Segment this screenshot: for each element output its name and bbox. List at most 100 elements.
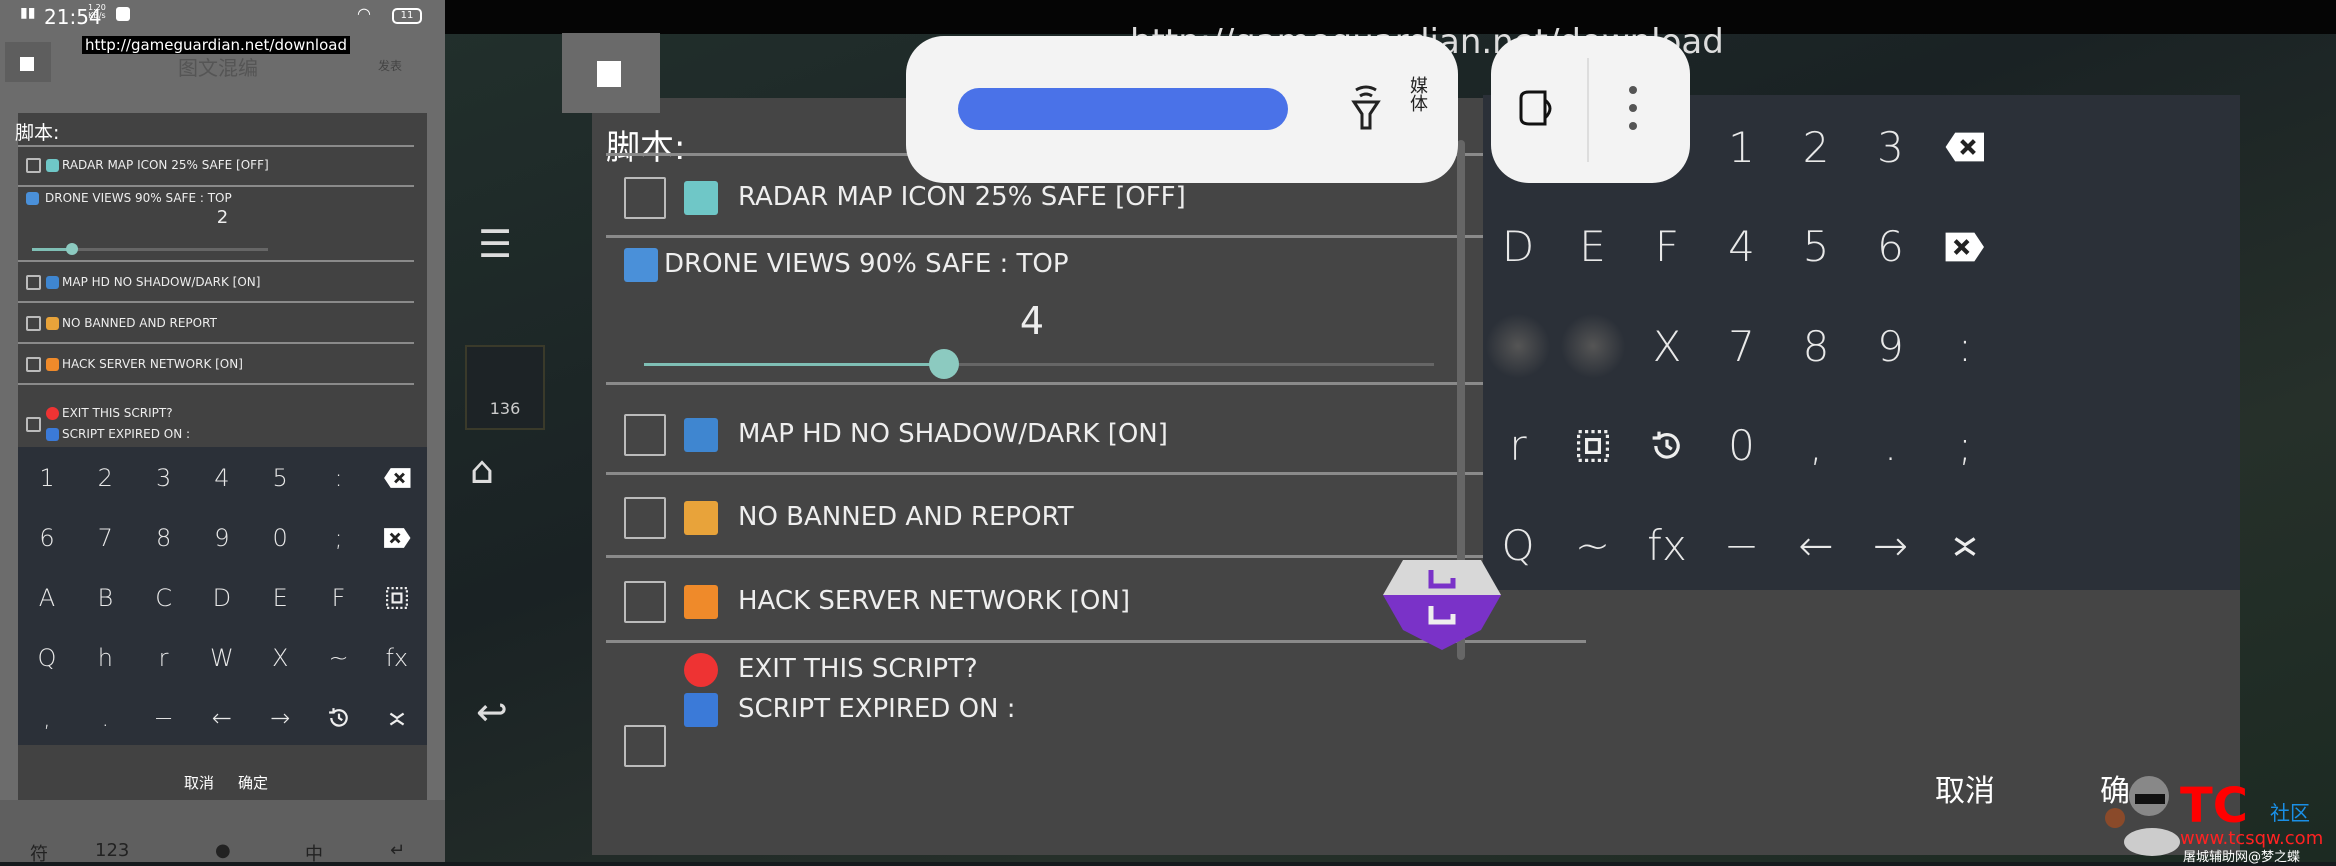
key-D[interactable]: D	[1483, 212, 1553, 282]
drone-view-slider[interactable]	[32, 243, 268, 255]
key-B[interactable]: B	[80, 573, 130, 623]
key-r[interactable]: r	[1483, 411, 1553, 481]
key-fx[interactable]: fx	[1632, 510, 1702, 580]
key-5[interactable]: 5	[1781, 212, 1851, 282]
key-,[interactable]: ,	[22, 693, 72, 743]
key-X[interactable]: X	[255, 633, 305, 683]
key-3[interactable]: 3	[1856, 112, 1926, 182]
key-−[interactable]: −	[139, 693, 189, 743]
key-1[interactable]: 1	[1707, 112, 1777, 182]
key-−[interactable]: −	[1707, 510, 1777, 580]
option-row-1[interactable]: MAP HD NO SHADOW/DARK [ON]	[18, 264, 427, 300]
enter-icon[interactable]: ↵	[390, 840, 405, 861]
key-~[interactable]: ~	[314, 633, 364, 683]
delete-key[interactable]	[372, 513, 422, 563]
more-options-icon[interactable]	[1629, 86, 1639, 140]
key-E[interactable]: E	[1558, 212, 1628, 282]
back-icon[interactable]: ↩	[476, 690, 508, 734]
checkbox[interactable]	[624, 725, 666, 767]
key-7[interactable]: 7	[1707, 311, 1777, 381]
option-row-0[interactable]: RADAR MAP ICON 25% SAFE [OFF]	[18, 147, 427, 183]
checkbox[interactable]	[26, 315, 41, 331]
key-6[interactable]: 6	[22, 513, 72, 563]
backspace-key[interactable]	[1930, 112, 2000, 182]
publish-button[interactable]: 发表	[378, 57, 402, 74]
key-W[interactable]: W	[197, 633, 247, 683]
key-←[interactable]: ←	[197, 693, 247, 743]
drone-view-slider[interactable]	[644, 349, 1434, 379]
speaker-icon[interactable]	[1346, 82, 1386, 132]
home-icon[interactable]: ⌂	[470, 448, 494, 492]
collapse-key[interactable]	[1930, 510, 2000, 580]
ok-button[interactable]: 确定	[238, 772, 268, 793]
checkbox[interactable]	[26, 417, 41, 432]
key-4[interactable]: 4	[1707, 212, 1777, 282]
key-→[interactable]: →	[1856, 510, 1926, 580]
key-~[interactable]: ~	[1558, 510, 1628, 580]
key-h[interactable]: h	[80, 633, 130, 683]
checkbox[interactable]	[624, 581, 666, 623]
checkbox[interactable]	[624, 177, 666, 219]
key-6[interactable]: 6	[1856, 212, 1926, 282]
ime-chinese-key[interactable]: 中	[305, 840, 323, 866]
key-X[interactable]: X	[1632, 311, 1702, 381]
select-all-key[interactable]	[1558, 411, 1628, 481]
gameguardian-floating-icon[interactable]	[1383, 550, 1501, 650]
key-;[interactable]: ;	[1930, 411, 2000, 481]
gg-toggle-button[interactable]	[562, 33, 660, 113]
key-4[interactable]: 4	[197, 453, 247, 503]
checkbox[interactable]	[26, 356, 41, 372]
ime-symbols-key[interactable]: 符	[30, 840, 48, 866]
key-:[interactable]: :	[314, 453, 364, 503]
key-r[interactable]: r	[139, 633, 189, 683]
key-F[interactable]: F	[1632, 212, 1702, 282]
delete-key[interactable]	[1930, 212, 2000, 282]
key-0[interactable]: 0	[1707, 411, 1777, 481]
slider-thumb[interactable]	[929, 349, 960, 379]
checkbox[interactable]	[624, 414, 666, 456]
cancel-button[interactable]: 取消	[184, 772, 214, 793]
key-1[interactable]: 1	[22, 453, 72, 503]
volume-slider[interactable]	[958, 88, 1288, 130]
key-:[interactable]: :	[1930, 311, 2000, 381]
key-.[interactable]: .	[1856, 411, 1926, 481]
cancel-button[interactable]: 取消	[1935, 766, 1995, 810]
key-3[interactable]: 3	[139, 453, 189, 503]
key-7[interactable]: 7	[80, 513, 130, 563]
key-9[interactable]: 9	[1856, 311, 1926, 381]
key-F[interactable]: F	[314, 573, 364, 623]
key-C[interactable]: C	[139, 573, 189, 623]
mic-icon[interactable]: ●	[215, 840, 231, 861]
menu-icon[interactable]: ☰	[478, 222, 512, 266]
key-Q[interactable]: Q	[22, 633, 72, 683]
option-row-3[interactable]: HACK SERVER NETWORK [ON]	[18, 346, 427, 382]
option-row-3[interactable]: HACK SERVER NETWORK [ON]	[592, 572, 1472, 632]
blurred-key[interactable]	[1557, 311, 1628, 381]
key-8[interactable]: 8	[139, 513, 189, 563]
key-→[interactable]: →	[255, 693, 305, 743]
key-A[interactable]: A	[22, 573, 72, 623]
select-all-key[interactable]	[372, 573, 422, 623]
collapse-key[interactable]	[372, 693, 422, 743]
key-.[interactable]: .	[80, 693, 130, 743]
ime-numbers-key[interactable]: 123	[95, 840, 129, 861]
checkbox[interactable]	[26, 157, 41, 173]
key-8[interactable]: 8	[1781, 311, 1851, 381]
option-row-2[interactable]: NO BANNED AND REPORT	[18, 305, 427, 341]
checkbox[interactable]	[624, 497, 666, 539]
key-2[interactable]: 2	[1781, 112, 1851, 182]
option-row-2[interactable]: NO BANNED AND REPORT	[592, 488, 1472, 548]
bell-icon[interactable]	[1515, 88, 1561, 132]
slider-thumb[interactable]	[66, 243, 79, 255]
history-key[interactable]	[1632, 411, 1702, 481]
history-key[interactable]	[314, 693, 364, 743]
key-5[interactable]: 5	[255, 453, 305, 503]
blurred-key[interactable]	[1483, 311, 1553, 381]
key-;[interactable]: ;	[314, 513, 364, 563]
key-fx[interactable]: fx	[372, 633, 422, 683]
key-←[interactable]: ←	[1781, 510, 1851, 580]
key-2[interactable]: 2	[80, 453, 130, 503]
backspace-key[interactable]	[372, 453, 422, 503]
key-D[interactable]: D	[197, 573, 247, 623]
checkbox[interactable]	[26, 274, 41, 290]
